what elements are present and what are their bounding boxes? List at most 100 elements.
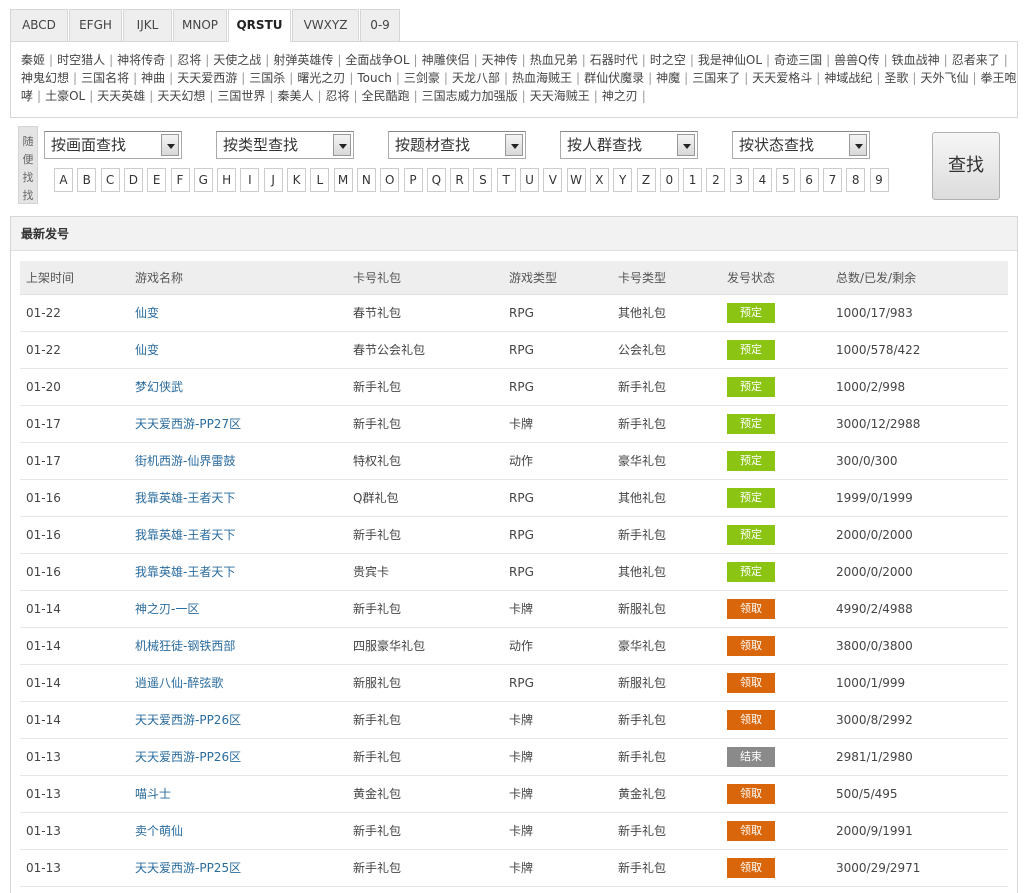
letter-filter-a[interactable]: A [54, 168, 73, 192]
game-link[interactable]: 天神传 [482, 53, 518, 67]
game-name-link[interactable]: 我靠英雄-王者天下 [129, 553, 347, 590]
letter-filter-x[interactable]: X [589, 168, 609, 192]
game-link[interactable]: 三国杀 [249, 71, 285, 85]
game-name-link[interactable]: 逍遥八仙-醉弦歌 [129, 664, 347, 701]
status-button[interactable]: 领取 [727, 709, 775, 730]
game-name-link[interactable]: 我靠英雄-王者天下 [129, 516, 347, 553]
status-button[interactable]: 领取 [727, 857, 775, 878]
letter-filter-r[interactable]: R [450, 168, 470, 192]
status-button[interactable]: 领取 [727, 635, 775, 656]
game-name-link[interactable]: 天天爱西游-PP25区 [129, 849, 347, 886]
tab-qrstu[interactable]: QRSTU [228, 9, 291, 42]
game-link[interactable]: 三剑豪 [404, 71, 440, 85]
letter-filter-3[interactable]: 3 [729, 168, 749, 192]
letter-filter-q[interactable]: Q [426, 168, 446, 192]
game-name-link[interactable]: 梦幻侠武 [129, 368, 347, 405]
game-link[interactable]: 群仙伏魔录 [584, 71, 644, 85]
letter-filter-f[interactable]: F [170, 168, 190, 192]
letter-filter-y[interactable]: Y [613, 168, 633, 192]
tab-0-9[interactable]: 0-9 [360, 9, 400, 41]
chevron-down-icon[interactable] [677, 134, 695, 156]
game-link[interactable]: 天天爱格斗 [752, 71, 812, 85]
game-link[interactable]: 天天幻想 [157, 89, 205, 103]
game-link[interactable]: 石器时代 [590, 53, 638, 67]
letter-filter-1[interactable]: 1 [683, 168, 703, 192]
chevron-down-icon[interactable] [161, 134, 179, 156]
letter-filter-t[interactable]: T [496, 168, 516, 192]
game-link[interactable]: 神将传奇 [117, 53, 165, 67]
tab-ijkl[interactable]: IJKL [123, 9, 172, 41]
letter-filter-u[interactable]: U [520, 168, 539, 192]
filter-select[interactable]: 按题材查找 [388, 131, 526, 159]
game-link[interactable]: 三国世界 [217, 89, 265, 103]
game-link[interactable]: 神雕侠侣 [422, 53, 470, 67]
letter-filter-0[interactable]: 0 [659, 168, 679, 192]
letter-filter-w[interactable]: W [566, 168, 586, 192]
letter-filter-v[interactable]: V [543, 168, 563, 192]
letter-filter-m[interactable]: M [333, 168, 353, 192]
letter-filter-z[interactable]: Z [636, 168, 656, 192]
game-name-link[interactable]: 我靠英雄-王者天下 [129, 479, 347, 516]
letter-filter-o[interactable]: O [380, 168, 400, 192]
chevron-down-icon[interactable] [505, 134, 523, 156]
letter-filter-2[interactable]: 2 [706, 168, 726, 192]
game-link[interactable]: 天外飞仙 [920, 71, 968, 85]
game-link[interactable]: 天使之战 [213, 53, 261, 67]
tab-abcd[interactable]: ABCD [10, 9, 68, 41]
game-link[interactable]: 射弹英雄传 [273, 53, 333, 67]
game-link[interactable]: 神域战纪 [824, 71, 872, 85]
game-name-link[interactable]: 机械狂徒-钢铁西部 [129, 627, 347, 664]
letter-filter-4[interactable]: 4 [753, 168, 772, 192]
chevron-down-icon[interactable] [849, 134, 867, 156]
status-button[interactable]: 领取 [727, 783, 775, 804]
game-name-link[interactable]: 仙变 [129, 294, 347, 331]
game-link[interactable]: 神鬼幻想 [21, 71, 69, 85]
game-link[interactable]: 天天英雄 [97, 89, 145, 103]
tab-efgh[interactable]: EFGH [69, 9, 122, 41]
letter-filter-d[interactable]: D [123, 168, 143, 192]
game-link[interactable]: 铁血战神 [892, 53, 940, 67]
game-name-link[interactable]: 天天爱西游-PP26区 [129, 738, 347, 775]
game-link[interactable]: 神之刃 [602, 89, 638, 103]
letter-filter-g[interactable]: G [193, 168, 213, 192]
status-button[interactable]: 预定 [727, 413, 775, 434]
letter-filter-7[interactable]: 7 [822, 168, 842, 192]
letter-filter-l[interactable]: L [310, 168, 330, 192]
letter-filter-b[interactable]: B [77, 168, 97, 192]
game-link[interactable]: 三国名将 [81, 71, 129, 85]
game-link[interactable]: 神曲 [141, 71, 165, 85]
game-link[interactable]: 天天海贼王 [530, 89, 590, 103]
game-link[interactable]: 我是神仙OL [698, 53, 762, 67]
filter-select[interactable]: 按类型查找 [216, 131, 354, 159]
letter-filter-n[interactable]: N [356, 168, 376, 192]
status-button[interactable]: 领取 [727, 820, 775, 841]
letter-filter-c[interactable]: C [100, 168, 120, 192]
status-button[interactable]: 领取 [727, 598, 775, 619]
game-link[interactable]: 全民酷跑 [362, 89, 410, 103]
status-button[interactable]: 预定 [727, 339, 775, 360]
tab-mnop[interactable]: MNOP [173, 9, 227, 41]
letter-filter-9[interactable]: 9 [869, 168, 889, 192]
status-button[interactable]: 预定 [727, 376, 775, 397]
game-link[interactable]: 土豪OL [45, 89, 85, 103]
status-button[interactable]: 预定 [727, 450, 775, 471]
game-name-link[interactable]: 街机西游-仙界雷鼓 [129, 442, 347, 479]
filter-select[interactable]: 按状态查找 [732, 131, 870, 159]
letter-filter-6[interactable]: 6 [799, 168, 819, 192]
game-link[interactable]: 兽兽Q传 [834, 53, 879, 67]
game-link[interactable]: 忍将 [326, 89, 350, 103]
letter-filter-e[interactable]: E [147, 168, 167, 192]
letter-filter-h[interactable]: H [217, 168, 237, 192]
game-name-link[interactable]: 仙变 [129, 331, 347, 368]
status-button[interactable]: 领取 [727, 672, 775, 693]
game-link[interactable]: 奇迹三国 [774, 53, 822, 67]
letter-filter-j[interactable]: J [263, 168, 283, 192]
status-button[interactable]: 结束 [727, 746, 775, 767]
letter-filter-s[interactable]: S [473, 168, 493, 192]
game-name-link[interactable]: 卖个萌仙 [129, 812, 347, 849]
game-link[interactable]: 三国志威力加强版 [422, 89, 518, 103]
game-link[interactable]: 忍者来了 [952, 53, 1000, 67]
status-button[interactable]: 预定 [727, 487, 775, 508]
game-name-link[interactable]: 喵斗士 [129, 775, 347, 812]
game-link[interactable]: 忍将 [177, 53, 201, 67]
